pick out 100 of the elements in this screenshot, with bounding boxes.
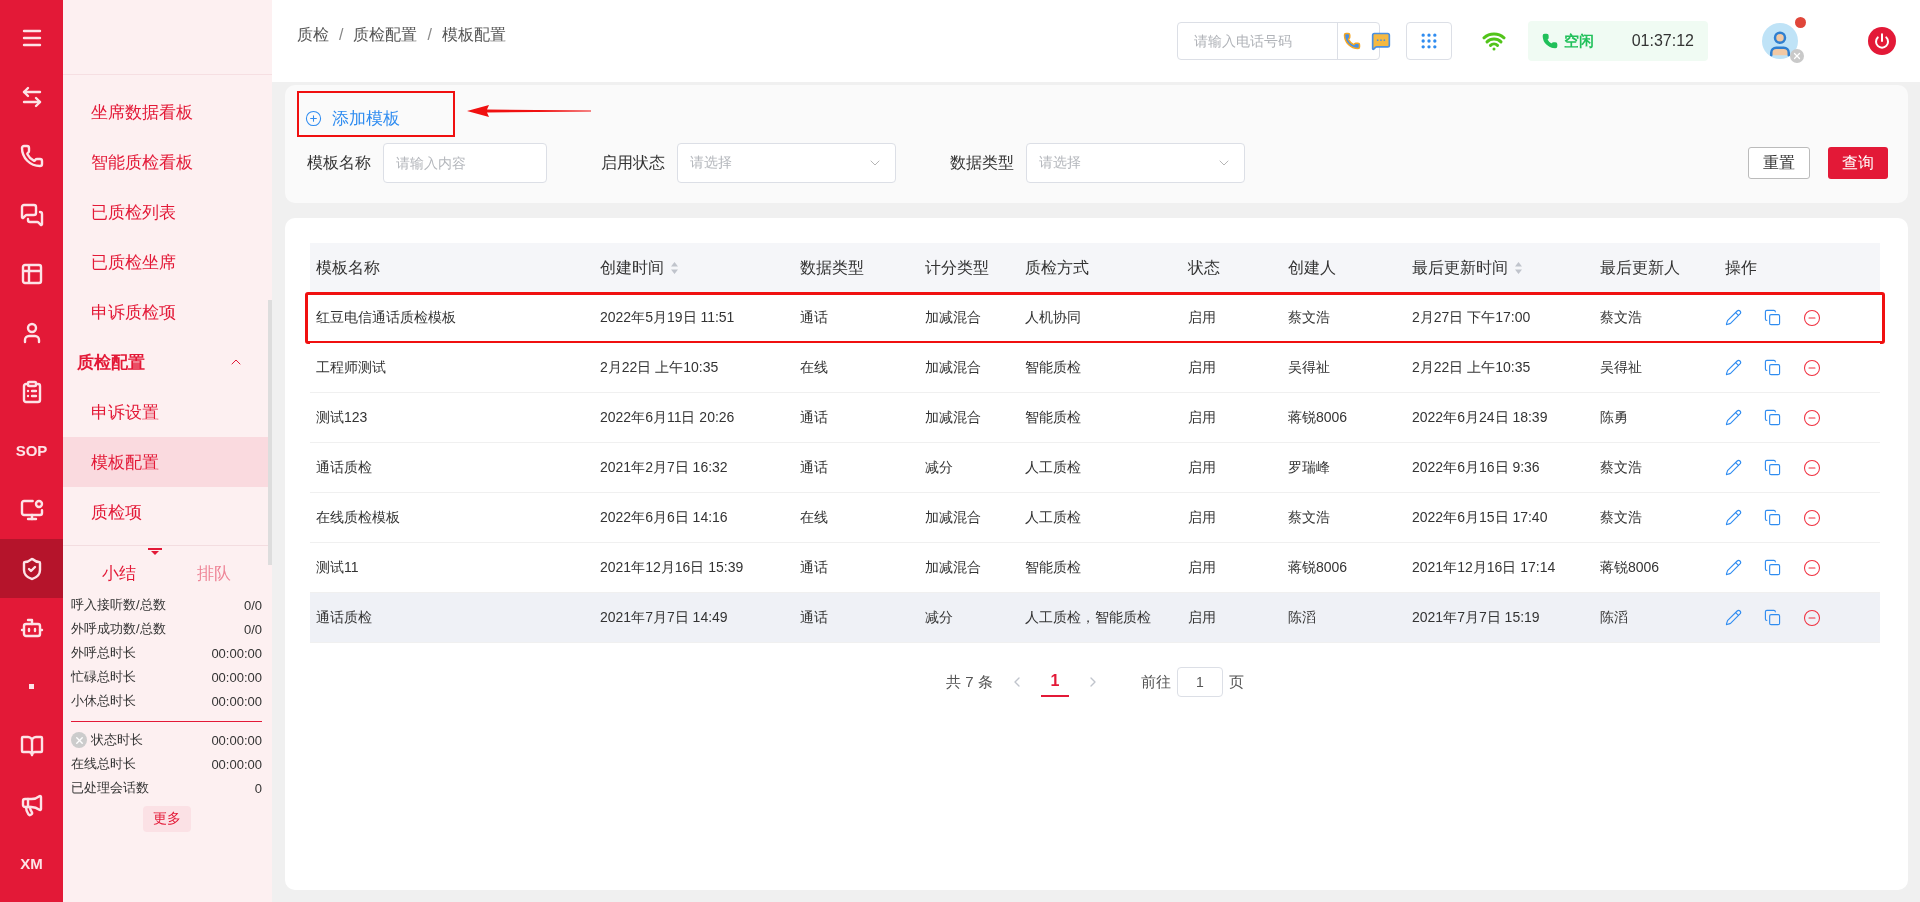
- table-cell-text: 加减混合: [924, 408, 982, 427]
- table-cell-text: 加减混合: [924, 558, 982, 577]
- table-cell-text: 蔡文浩: [1287, 508, 1331, 527]
- table-cell-text: 启用: [1187, 558, 1217, 577]
- stat-label: 状态时长: [91, 731, 143, 749]
- edit-icon[interactable]: [1725, 608, 1742, 627]
- menu-group[interactable]: 质检配置: [63, 337, 272, 387]
- rail-item[interactable]: [0, 539, 63, 598]
- column-header: 数据类型: [800, 257, 864, 278]
- table-cell-text: 2021年12月16日 15:39: [599, 558, 745, 577]
- stats-tab[interactable]: 排队: [197, 554, 232, 585]
- remove-icon[interactable]: [1803, 308, 1821, 327]
- more-button[interactable]: 更多: [142, 806, 191, 832]
- menu-item[interactable]: 申诉设置: [63, 387, 268, 437]
- remove-icon[interactable]: [1803, 408, 1821, 427]
- copy-icon[interactable]: [1764, 358, 1781, 377]
- menu-item[interactable]: 申诉质检项: [63, 287, 268, 337]
- table-cell-text: 陈勇: [1599, 408, 1629, 427]
- stat-value: 00:00:00: [211, 756, 262, 772]
- column-header: 质检方式: [1025, 257, 1089, 278]
- table-cell-text: 启用: [1187, 608, 1217, 627]
- phone-icon: [1542, 33, 1558, 49]
- table-cell-text: 2022年6月16日 9:36: [1411, 458, 1541, 477]
- stat-label: 外呼总时长: [71, 644, 136, 662]
- filter-label: 模板名称: [307, 152, 371, 173]
- power-button[interactable]: [1868, 27, 1896, 55]
- goto-page-field[interactable]: 1: [1176, 667, 1223, 697]
- table-cell-text: 人工质检: [1024, 458, 1082, 477]
- menu-item[interactable]: 质检项: [63, 487, 268, 537]
- column-header[interactable]: 创建时间: [600, 257, 664, 279]
- table-cell-text: 启用: [1187, 358, 1217, 377]
- table-cell-text: 减分: [924, 458, 954, 477]
- table-cell-text: 通话: [799, 558, 829, 577]
- edit-icon[interactable]: [1725, 458, 1742, 477]
- collapse-marker-icon[interactable]: [148, 548, 162, 556]
- rail-item[interactable]: XM: [0, 834, 63, 893]
- table-cell-text: 通话: [799, 408, 829, 427]
- dialpad-button[interactable]: [1406, 22, 1452, 60]
- table-cell-text: 蔡文浩: [1599, 508, 1643, 527]
- copy-icon[interactable]: [1764, 558, 1781, 577]
- copy-icon[interactable]: [1764, 508, 1781, 527]
- copy-icon[interactable]: [1764, 308, 1781, 327]
- column-header: 最后更新人: [1600, 257, 1680, 278]
- edit-icon[interactable]: [1725, 408, 1742, 427]
- edit-icon[interactable]: [1725, 308, 1742, 327]
- table-cell-text: 人机协同: [1024, 308, 1082, 327]
- edit-icon[interactable]: [1725, 358, 1742, 377]
- table-cell-text: 在线质检模板: [315, 508, 401, 527]
- table-cell-text: 蔡文浩: [1599, 458, 1643, 477]
- remove-icon[interactable]: [1803, 558, 1821, 577]
- phone-input-field[interactable]: 请输入电话号码: [1178, 23, 1338, 59]
- stat-label: 已处理会话数: [71, 779, 149, 797]
- table-cell-text: 智能质检: [1024, 358, 1082, 377]
- agent-status[interactable]: 空闲: [1564, 31, 1594, 51]
- column-header: 创建人: [1288, 257, 1336, 278]
- table-cell-text: 红豆电信通话质检模板: [315, 308, 457, 327]
- rail-item[interactable]: SOP: [0, 421, 63, 480]
- dots-grid-icon: [1419, 31, 1439, 51]
- phone-icon: [19, 143, 44, 168]
- edit-icon[interactable]: [1725, 558, 1742, 577]
- book-icon: [19, 733, 44, 758]
- remove-icon[interactable]: [1803, 358, 1821, 377]
- search-button[interactable]: 查询: [1828, 147, 1888, 179]
- table-cell-text: 罗瑞峰: [1287, 458, 1331, 477]
- page-number[interactable]: 1: [1040, 667, 1069, 697]
- breadcrumb-item[interactable]: 质检: [297, 24, 329, 46]
- breadcrumb-item[interactable]: 质检配置: [353, 24, 418, 46]
- table-cell-text: 陈滔: [1287, 608, 1317, 627]
- remove-icon[interactable]: [1803, 608, 1821, 627]
- table-cell-text: 2021年2月7日 16:32: [599, 458, 729, 477]
- menu-item[interactable]: 智能质检看板: [63, 137, 268, 187]
- menu-item[interactable]: 已质检坐席: [63, 237, 268, 287]
- table-cell-text: 蒋锐8006: [1599, 558, 1661, 577]
- name-input-field[interactable]: 请输入内容: [383, 143, 547, 183]
- table-cell-text: 启用: [1187, 408, 1217, 427]
- menu-item[interactable]: 模板配置: [63, 437, 268, 487]
- column-header[interactable]: 最后更新时间: [1412, 257, 1508, 279]
- stat-value: 00:00:00: [211, 693, 262, 709]
- reset-button[interactable]: 重置: [1748, 147, 1810, 179]
- table-cell-text: 减分: [924, 608, 954, 627]
- copy-icon[interactable]: [1764, 458, 1781, 477]
- monitor-icon: [19, 497, 44, 522]
- table-cell-text: 通话: [799, 608, 829, 627]
- remove-icon[interactable]: [1803, 458, 1821, 477]
- avatar[interactable]: [1762, 23, 1798, 59]
- table-cell-text: 启用: [1187, 458, 1217, 477]
- add-template-button[interactable]: 添加模板: [297, 91, 455, 137]
- table-cell-text: 2021年7月7日 14:49: [599, 608, 729, 627]
- remove-icon[interactable]: [1803, 508, 1821, 527]
- stat-label: 呼入接听数/总数: [71, 596, 166, 614]
- status-timer: 01:37:12: [1631, 32, 1694, 50]
- menu-item[interactable]: 坐席数据看板: [63, 87, 268, 137]
- stats-tab[interactable]: 小结: [101, 554, 136, 585]
- menu-item[interactable]: 已质检列表: [63, 187, 268, 237]
- notification-dot: [1795, 17, 1806, 28]
- edit-icon[interactable]: [1725, 508, 1742, 527]
- table-cell-text: 2022年6月11日 20:26: [599, 408, 736, 427]
- copy-icon[interactable]: [1764, 608, 1781, 627]
- copy-icon[interactable]: [1764, 408, 1781, 427]
- stat-value: 0: [254, 780, 262, 796]
